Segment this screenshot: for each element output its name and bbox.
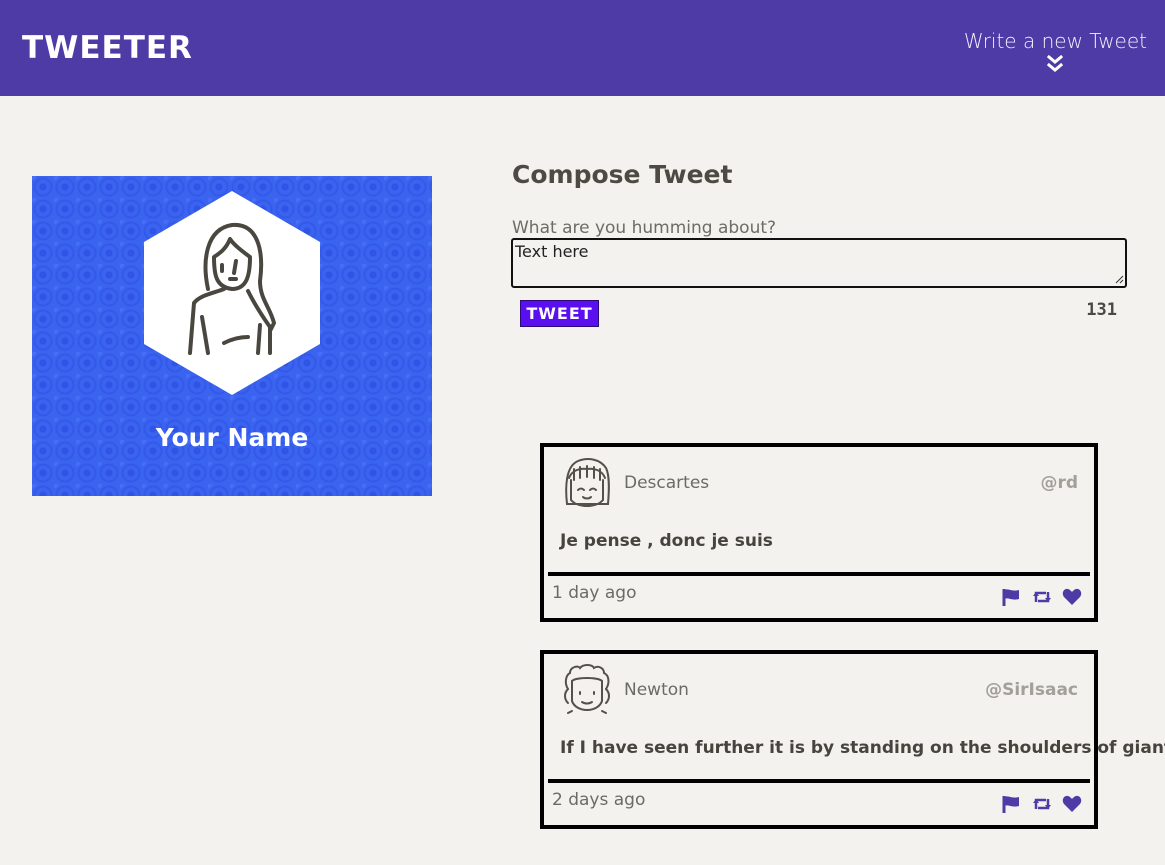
flag-icon[interactable] (1001, 587, 1021, 607)
profile-avatar (144, 191, 320, 395)
curly-hair-man-avatar-icon (564, 664, 610, 714)
tweet-actions (995, 794, 1082, 814)
heart-icon[interactable] (1062, 794, 1082, 814)
flag-icon[interactable] (1001, 794, 1021, 814)
resize-grip-icon[interactable] (1114, 274, 1124, 284)
retweet-icon[interactable] (1032, 794, 1052, 814)
tweet-card: Newton @SirIsaac If I have seen further … (540, 650, 1165, 829)
heart-icon[interactable] (1062, 587, 1082, 607)
tweet-card: Descartes @rd Je pense , donc je suis 1 … (540, 443, 1098, 622)
girl-avatar-icon (565, 458, 610, 507)
brand-logo[interactable]: TWEETER (22, 30, 193, 66)
tweet-author: Newton (624, 680, 689, 700)
tweet-handle[interactable]: @rd (1040, 473, 1078, 493)
tweet-divider (548, 572, 1090, 576)
compose-title: Compose Tweet (512, 160, 733, 189)
tweet-actions (995, 587, 1082, 607)
profile-card: Your Name (32, 176, 432, 496)
tweet-text: Je pense , donc je suis (560, 531, 773, 551)
tweet-submit-button[interactable]: TWEET (520, 300, 599, 327)
tweet-timestamp: 2 days ago (552, 790, 646, 810)
tweet-textarea[interactable] (511, 238, 1127, 288)
compose-label: What are you humming about? (512, 218, 777, 238)
tweet-text: If I have seen further it is by standing… (560, 738, 1165, 758)
tweet-handle[interactable]: @SirIsaac (985, 680, 1078, 700)
top-nav: TWEETER Write a new Tweet (0, 0, 1165, 96)
profile-name: Your Name (155, 423, 309, 452)
write-new-tweet-toggle[interactable]: Write a new Tweet (964, 29, 1147, 73)
tweet-author: Descartes (624, 473, 710, 493)
double-chevron-down-icon[interactable] (1047, 55, 1064, 73)
tweet-timestamp: 1 day ago (552, 583, 637, 603)
tweet-divider (548, 779, 1090, 783)
retweet-icon[interactable] (1032, 587, 1052, 607)
character-counter: 131 (1086, 300, 1117, 320)
write-new-tweet-label[interactable]: Write a new Tweet (964, 29, 1147, 53)
